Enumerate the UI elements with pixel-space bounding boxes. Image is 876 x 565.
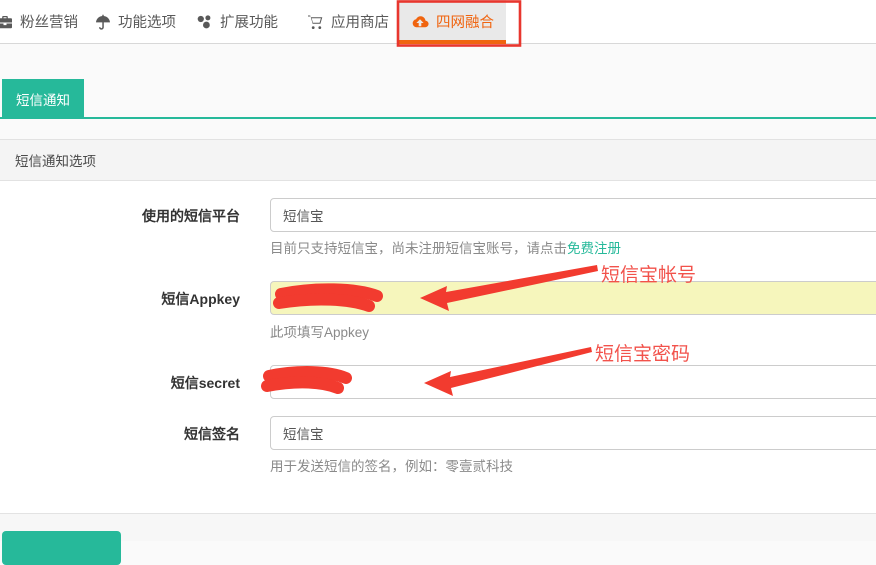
briefcase-icon	[0, 14, 13, 30]
platform-help: 目前只支持短信宝，尚未注册短信宝账号，请点击免费注册	[270, 237, 621, 257]
nav-item-label: 粉丝营销	[20, 11, 78, 32]
nav-item-label: 扩展功能	[220, 11, 278, 32]
nav-item-fan-marketing[interactable]: 粉丝营销	[0, 0, 78, 43]
secret-label: 短信secret	[0, 373, 240, 393]
platform-input[interactable]	[270, 198, 876, 232]
umbrella-icon	[95, 14, 111, 30]
nav-item-extensions[interactable]: 扩展功能	[196, 0, 278, 43]
sms-settings-form: 使用的短信平台 目前只支持短信宝，尚未注册短信宝账号，请点击免费注册 短信App…	[0, 181, 876, 513]
appkey-label: 短信Appkey	[0, 289, 240, 309]
platform-label: 使用的短信平台	[0, 206, 240, 226]
nav-item-app-store[interactable]: 应用商店	[307, 0, 389, 43]
teal-divider-line	[0, 117, 876, 119]
appkey-input[interactable]	[270, 281, 876, 315]
nav-item-label: 四网融合	[436, 11, 494, 32]
cloud-upload-icon	[411, 14, 429, 30]
nav-item-label: 应用商店	[331, 11, 389, 32]
nav-item-four-network-active[interactable]: 四网融合	[399, 0, 506, 43]
panel-header: 短信通知选项	[0, 139, 876, 181]
signature-input[interactable]	[270, 416, 876, 450]
nav-item-feature-options[interactable]: 功能选项	[95, 0, 176, 43]
signature-help: 用于发送短信的签名，例如：零壹贰科技	[270, 455, 513, 475]
secret-input[interactable]	[270, 365, 876, 399]
form-footer	[0, 513, 876, 541]
appkey-help: 此项填写Appkey	[270, 321, 369, 341]
platform-help-text: 目前只支持短信宝，尚未注册短信宝账号，请点击	[270, 241, 567, 256]
free-register-link[interactable]: 免费注册	[567, 241, 621, 256]
tab-sms-notice-label: 短信通知	[16, 89, 70, 109]
nav-item-label: 功能选项	[118, 11, 176, 32]
cart-icon	[307, 14, 324, 30]
signature-label: 短信签名	[0, 424, 240, 444]
share-circles-icon	[196, 14, 213, 30]
panel-title: 短信通知选项	[15, 150, 96, 170]
tab-sms-notice[interactable]: 短信通知	[2, 79, 84, 119]
submit-button[interactable]	[2, 531, 121, 565]
top-navbar: 粉丝营销 功能选项 扩展功能 应用商店 四网融合	[0, 0, 876, 44]
